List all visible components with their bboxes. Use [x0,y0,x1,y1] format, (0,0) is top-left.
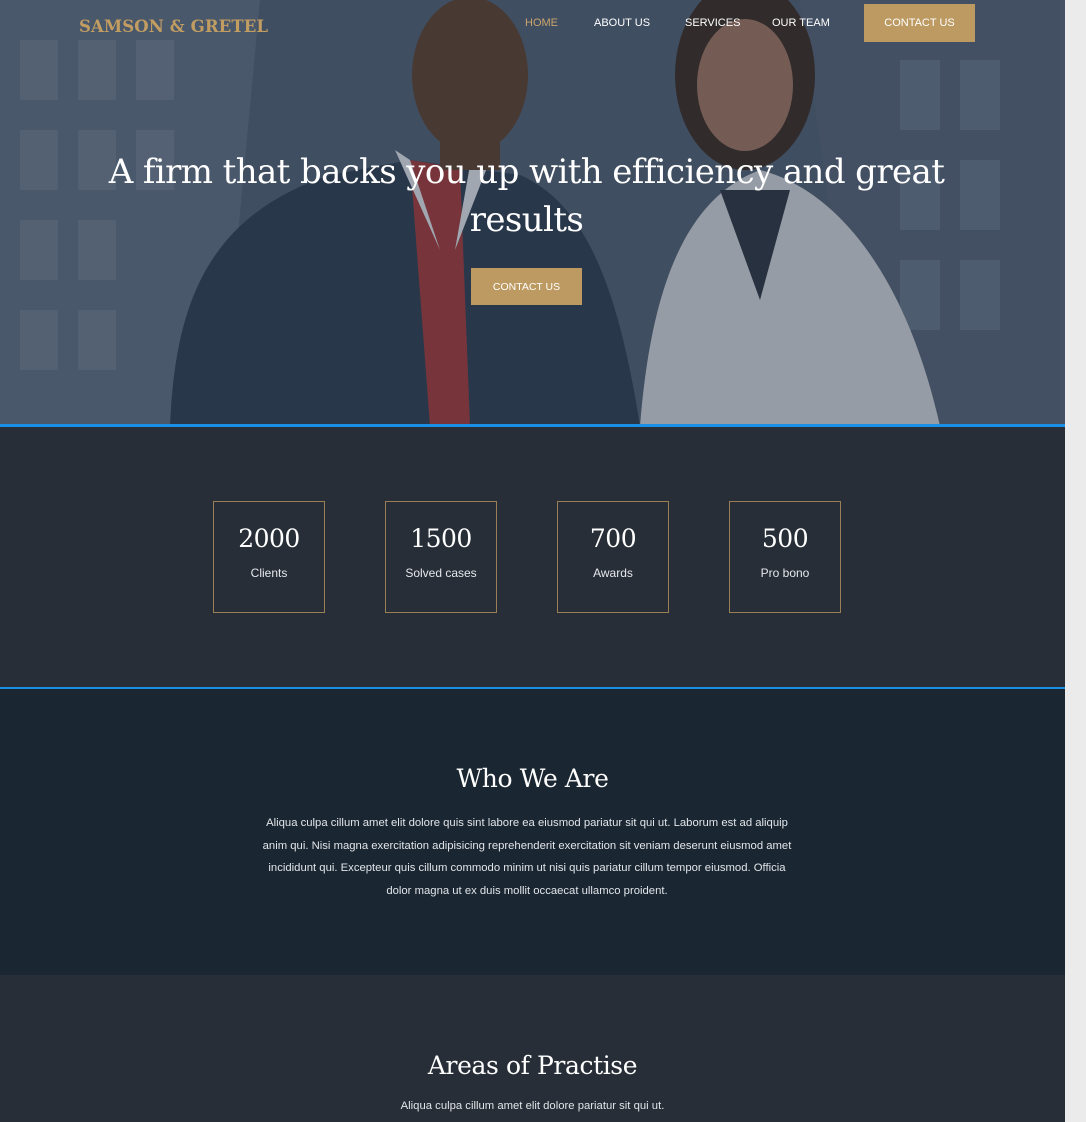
stat-value: 700 [589,524,637,553]
who-we-are-section: Who We Are Aliqua culpa cillum amet elit… [0,689,1065,975]
who-we-are-text: Aliqua culpa cillum amet elit dolore qui… [262,817,792,897]
stat-card-solved-cases: 1500 Solved cases [385,501,497,613]
stat-card-pro-bono: 500 Pro bono [729,501,841,613]
stat-label: Clients [250,566,288,580]
stat-label: Solved cases [405,566,477,580]
stat-value: 1500 [410,524,472,553]
areas-of-practise-section: Areas of Practise Aliqua culpa cillum am… [0,975,1065,1122]
stats-section: 2000 Clients 1500 Solved cases 700 Award… [0,424,1065,690]
nav-our-team-link[interactable]: OUR TEAM [772,16,830,30]
areas-of-practise-title: Areas of Practise [427,1051,638,1080]
stat-card-clients: 2000 Clients [213,501,325,613]
nav-services-link[interactable]: SERVICES [685,16,740,30]
nav-contact-us-button[interactable]: CONTACT US [864,4,975,42]
stat-value: 500 [761,524,809,553]
nav-about-us-link[interactable]: ABOUT US [594,16,650,30]
main-navigation: HOME ABOUT US SERVICES OUR TEAM CONTACT … [0,0,1065,44]
scrollbar-track[interactable] [1065,0,1086,1122]
hero-section: SAMSON & GRETEL HOME ABOUT US SERVICES O… [0,0,1065,426]
hero-contact-us-button[interactable]: CONTACT US [471,268,582,305]
stat-card-awards: 700 Awards [557,501,669,613]
nav-home-link[interactable]: HOME [525,16,558,30]
stat-label: Pro bono [760,566,810,580]
stat-value: 2000 [238,524,300,553]
stat-label: Awards [593,566,633,580]
landing-page: SAMSON & GRETEL HOME ABOUT US SERVICES O… [0,0,1065,1122]
areas-of-practise-subtitle: Aliqua culpa cillum amet elit dolore par… [400,1100,665,1112]
who-we-are-title: Who We Are [456,764,609,793]
hero-title: A firm that backs you up with efficiency… [108,152,945,240]
section-selection-outline [0,424,1065,690]
